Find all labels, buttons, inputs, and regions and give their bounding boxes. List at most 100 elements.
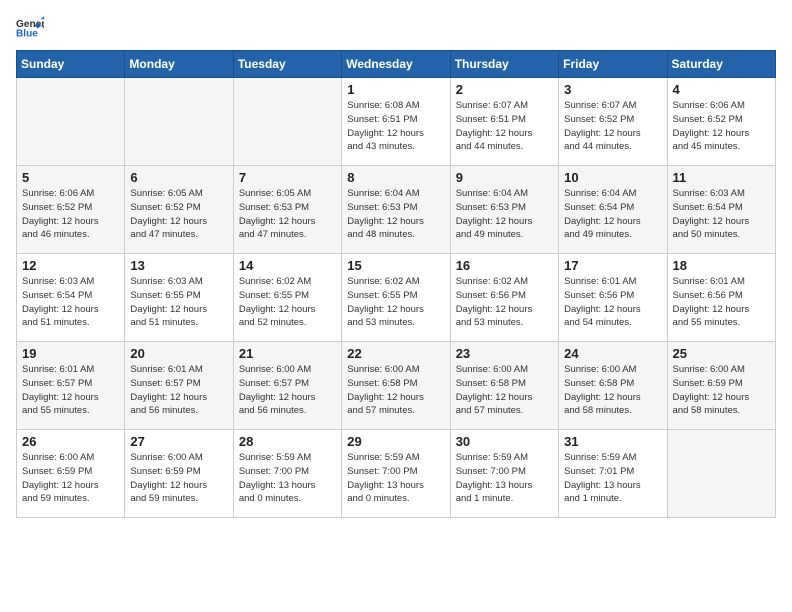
day-info: Sunrise: 6:00 AM Sunset: 6:59 PM Dayligh… [130, 451, 227, 506]
calendar-cell: 20 Sunrise: 6:01 AM Sunset: 6:57 PM Dayli… [125, 342, 233, 430]
calendar-cell: 24 Sunrise: 6:00 AM Sunset: 6:58 PM Dayli… [559, 342, 667, 430]
day-number: 19 [22, 346, 119, 361]
day-info: Sunrise: 6:00 AM Sunset: 6:57 PM Dayligh… [239, 363, 336, 418]
calendar-cell: 8 Sunrise: 6:04 AM Sunset: 6:53 PM Daylig… [342, 166, 450, 254]
day-info: Sunrise: 6:01 AM Sunset: 6:56 PM Dayligh… [673, 275, 770, 330]
calendar-cell: 21 Sunrise: 6:00 AM Sunset: 6:57 PM Dayli… [233, 342, 341, 430]
day-info: Sunrise: 6:05 AM Sunset: 6:52 PM Dayligh… [130, 187, 227, 242]
calendar-cell: 15 Sunrise: 6:02 AM Sunset: 6:55 PM Dayli… [342, 254, 450, 342]
svg-text:Blue: Blue [16, 28, 38, 38]
day-info: Sunrise: 6:01 AM Sunset: 6:57 PM Dayligh… [22, 363, 119, 418]
day-info: Sunrise: 5:59 AM Sunset: 7:00 PM Dayligh… [239, 451, 336, 506]
calendar-cell: 23 Sunrise: 6:00 AM Sunset: 6:58 PM Dayli… [450, 342, 558, 430]
day-number: 18 [673, 258, 770, 273]
day-info: Sunrise: 6:02 AM Sunset: 6:55 PM Dayligh… [239, 275, 336, 330]
calendar-week-row: 12 Sunrise: 6:03 AM Sunset: 6:54 PM Dayli… [17, 254, 776, 342]
day-number: 20 [130, 346, 227, 361]
calendar-cell: 25 Sunrise: 6:00 AM Sunset: 6:59 PM Dayli… [667, 342, 775, 430]
day-number: 21 [239, 346, 336, 361]
day-number: 29 [347, 434, 444, 449]
day-number: 4 [673, 82, 770, 97]
day-number: 26 [22, 434, 119, 449]
day-number: 23 [456, 346, 553, 361]
day-info: Sunrise: 6:00 AM Sunset: 6:59 PM Dayligh… [22, 451, 119, 506]
day-info: Sunrise: 6:03 AM Sunset: 6:54 PM Dayligh… [673, 187, 770, 242]
calendar-week-row: 19 Sunrise: 6:01 AM Sunset: 6:57 PM Dayli… [17, 342, 776, 430]
day-header-saturday: Saturday [667, 51, 775, 78]
day-number: 27 [130, 434, 227, 449]
calendar-cell: 27 Sunrise: 6:00 AM Sunset: 6:59 PM Dayli… [125, 430, 233, 518]
calendar-cell: 2Sunrise: 6:07 AM Sunset: 6:51 PM Daylig… [450, 78, 558, 166]
calendar-cell: 28 Sunrise: 5:59 AM Sunset: 7:00 PM Dayli… [233, 430, 341, 518]
day-number: 15 [347, 258, 444, 273]
day-number: 8 [347, 170, 444, 185]
calendar-cell: 1 Sunrise: 6:08 AM Sunset: 6:51 PM Daylig… [342, 78, 450, 166]
calendar-cell: 7Sunrise: 6:05 AM Sunset: 6:53 PM Daylig… [233, 166, 341, 254]
day-info: Sunrise: 6:05 AM Sunset: 6:53 PM Dayligh… [239, 187, 336, 242]
day-info: Sunrise: 6:01 AM Sunset: 6:57 PM Dayligh… [130, 363, 227, 418]
day-info: Sunrise: 6:02 AM Sunset: 6:55 PM Dayligh… [347, 275, 444, 330]
calendar-cell [17, 78, 125, 166]
calendar-week-row: 1 Sunrise: 6:08 AM Sunset: 6:51 PM Daylig… [17, 78, 776, 166]
day-number: 9 [456, 170, 553, 185]
calendar-cell: 29 Sunrise: 5:59 AM Sunset: 7:00 PM Dayli… [342, 430, 450, 518]
day-info: Sunrise: 6:07 AM Sunset: 6:52 PM Dayligh… [564, 99, 661, 154]
general-blue-logo-icon: General Blue [16, 16, 44, 38]
calendar-cell: 11 Sunrise: 6:03 AM Sunset: 6:54 PM Dayli… [667, 166, 775, 254]
calendar-cell: 9Sunrise: 6:04 AM Sunset: 6:53 PM Daylig… [450, 166, 558, 254]
calendar-cell: 22Sunrise: 6:00 AM Sunset: 6:58 PM Dayli… [342, 342, 450, 430]
calendar-week-row: 5 Sunrise: 6:06 AM Sunset: 6:52 PM Daylig… [17, 166, 776, 254]
day-info: Sunrise: 6:00 AM Sunset: 6:58 PM Dayligh… [456, 363, 553, 418]
calendar-cell: 4 Sunrise: 6:06 AM Sunset: 6:52 PM Daylig… [667, 78, 775, 166]
calendar-cell: 14Sunrise: 6:02 AM Sunset: 6:55 PM Dayli… [233, 254, 341, 342]
calendar-cell: 10 Sunrise: 6:04 AM Sunset: 6:54 PM Dayli… [559, 166, 667, 254]
day-info: Sunrise: 6:00 AM Sunset: 6:59 PM Dayligh… [673, 363, 770, 418]
calendar-week-row: 26 Sunrise: 6:00 AM Sunset: 6:59 PM Dayli… [17, 430, 776, 518]
calendar-cell [125, 78, 233, 166]
day-number: 25 [673, 346, 770, 361]
day-number: 3 [564, 82, 661, 97]
day-info: Sunrise: 6:06 AM Sunset: 6:52 PM Dayligh… [673, 99, 770, 154]
calendar-cell: 12 Sunrise: 6:03 AM Sunset: 6:54 PM Dayli… [17, 254, 125, 342]
day-number: 6 [130, 170, 227, 185]
day-header-sunday: Sunday [17, 51, 125, 78]
day-number: 28 [239, 434, 336, 449]
day-info: Sunrise: 5:59 AM Sunset: 7:00 PM Dayligh… [456, 451, 553, 506]
day-number: 10 [564, 170, 661, 185]
day-info: Sunrise: 5:59 AM Sunset: 7:01 PM Dayligh… [564, 451, 661, 506]
calendar-cell: 19 Sunrise: 6:01 AM Sunset: 6:57 PM Dayli… [17, 342, 125, 430]
day-info: Sunrise: 6:02 AM Sunset: 6:56 PM Dayligh… [456, 275, 553, 330]
calendar-cell: 13 Sunrise: 6:03 AM Sunset: 6:55 PM Dayli… [125, 254, 233, 342]
day-number: 12 [22, 258, 119, 273]
calendar-cell: 31 Sunrise: 5:59 AM Sunset: 7:01 PM Dayli… [559, 430, 667, 518]
day-info: Sunrise: 5:59 AM Sunset: 7:00 PM Dayligh… [347, 451, 444, 506]
calendar-cell: 30 Sunrise: 5:59 AM Sunset: 7:00 PM Dayli… [450, 430, 558, 518]
day-number: 5 [22, 170, 119, 185]
day-info: Sunrise: 6:06 AM Sunset: 6:52 PM Dayligh… [22, 187, 119, 242]
page-header: General Blue [16, 16, 776, 38]
day-number: 2 [456, 82, 553, 97]
day-info: Sunrise: 6:08 AM Sunset: 6:51 PM Dayligh… [347, 99, 444, 154]
calendar-cell: 3 Sunrise: 6:07 AM Sunset: 6:52 PM Daylig… [559, 78, 667, 166]
day-info: Sunrise: 6:00 AM Sunset: 6:58 PM Dayligh… [564, 363, 661, 418]
day-info: Sunrise: 6:03 AM Sunset: 6:55 PM Dayligh… [130, 275, 227, 330]
calendar-cell: 17Sunrise: 6:01 AM Sunset: 6:56 PM Dayli… [559, 254, 667, 342]
day-number: 1 [347, 82, 444, 97]
day-number: 13 [130, 258, 227, 273]
day-info: Sunrise: 6:00 AM Sunset: 6:58 PM Dayligh… [347, 363, 444, 418]
day-info: Sunrise: 6:03 AM Sunset: 6:54 PM Dayligh… [22, 275, 119, 330]
day-number: 24 [564, 346, 661, 361]
day-info: Sunrise: 6:04 AM Sunset: 6:53 PM Dayligh… [347, 187, 444, 242]
day-header-tuesday: Tuesday [233, 51, 341, 78]
day-info: Sunrise: 6:04 AM Sunset: 6:54 PM Dayligh… [564, 187, 661, 242]
day-header-thursday: Thursday [450, 51, 558, 78]
calendar-cell: 5 Sunrise: 6:06 AM Sunset: 6:52 PM Daylig… [17, 166, 125, 254]
logo: General Blue [16, 16, 44, 38]
calendar-cell: 6 Sunrise: 6:05 AM Sunset: 6:52 PM Daylig… [125, 166, 233, 254]
day-number: 31 [564, 434, 661, 449]
calendar-cell [667, 430, 775, 518]
day-number: 16 [456, 258, 553, 273]
day-number: 11 [673, 170, 770, 185]
day-number: 30 [456, 434, 553, 449]
day-info: Sunrise: 6:01 AM Sunset: 6:56 PM Dayligh… [564, 275, 661, 330]
